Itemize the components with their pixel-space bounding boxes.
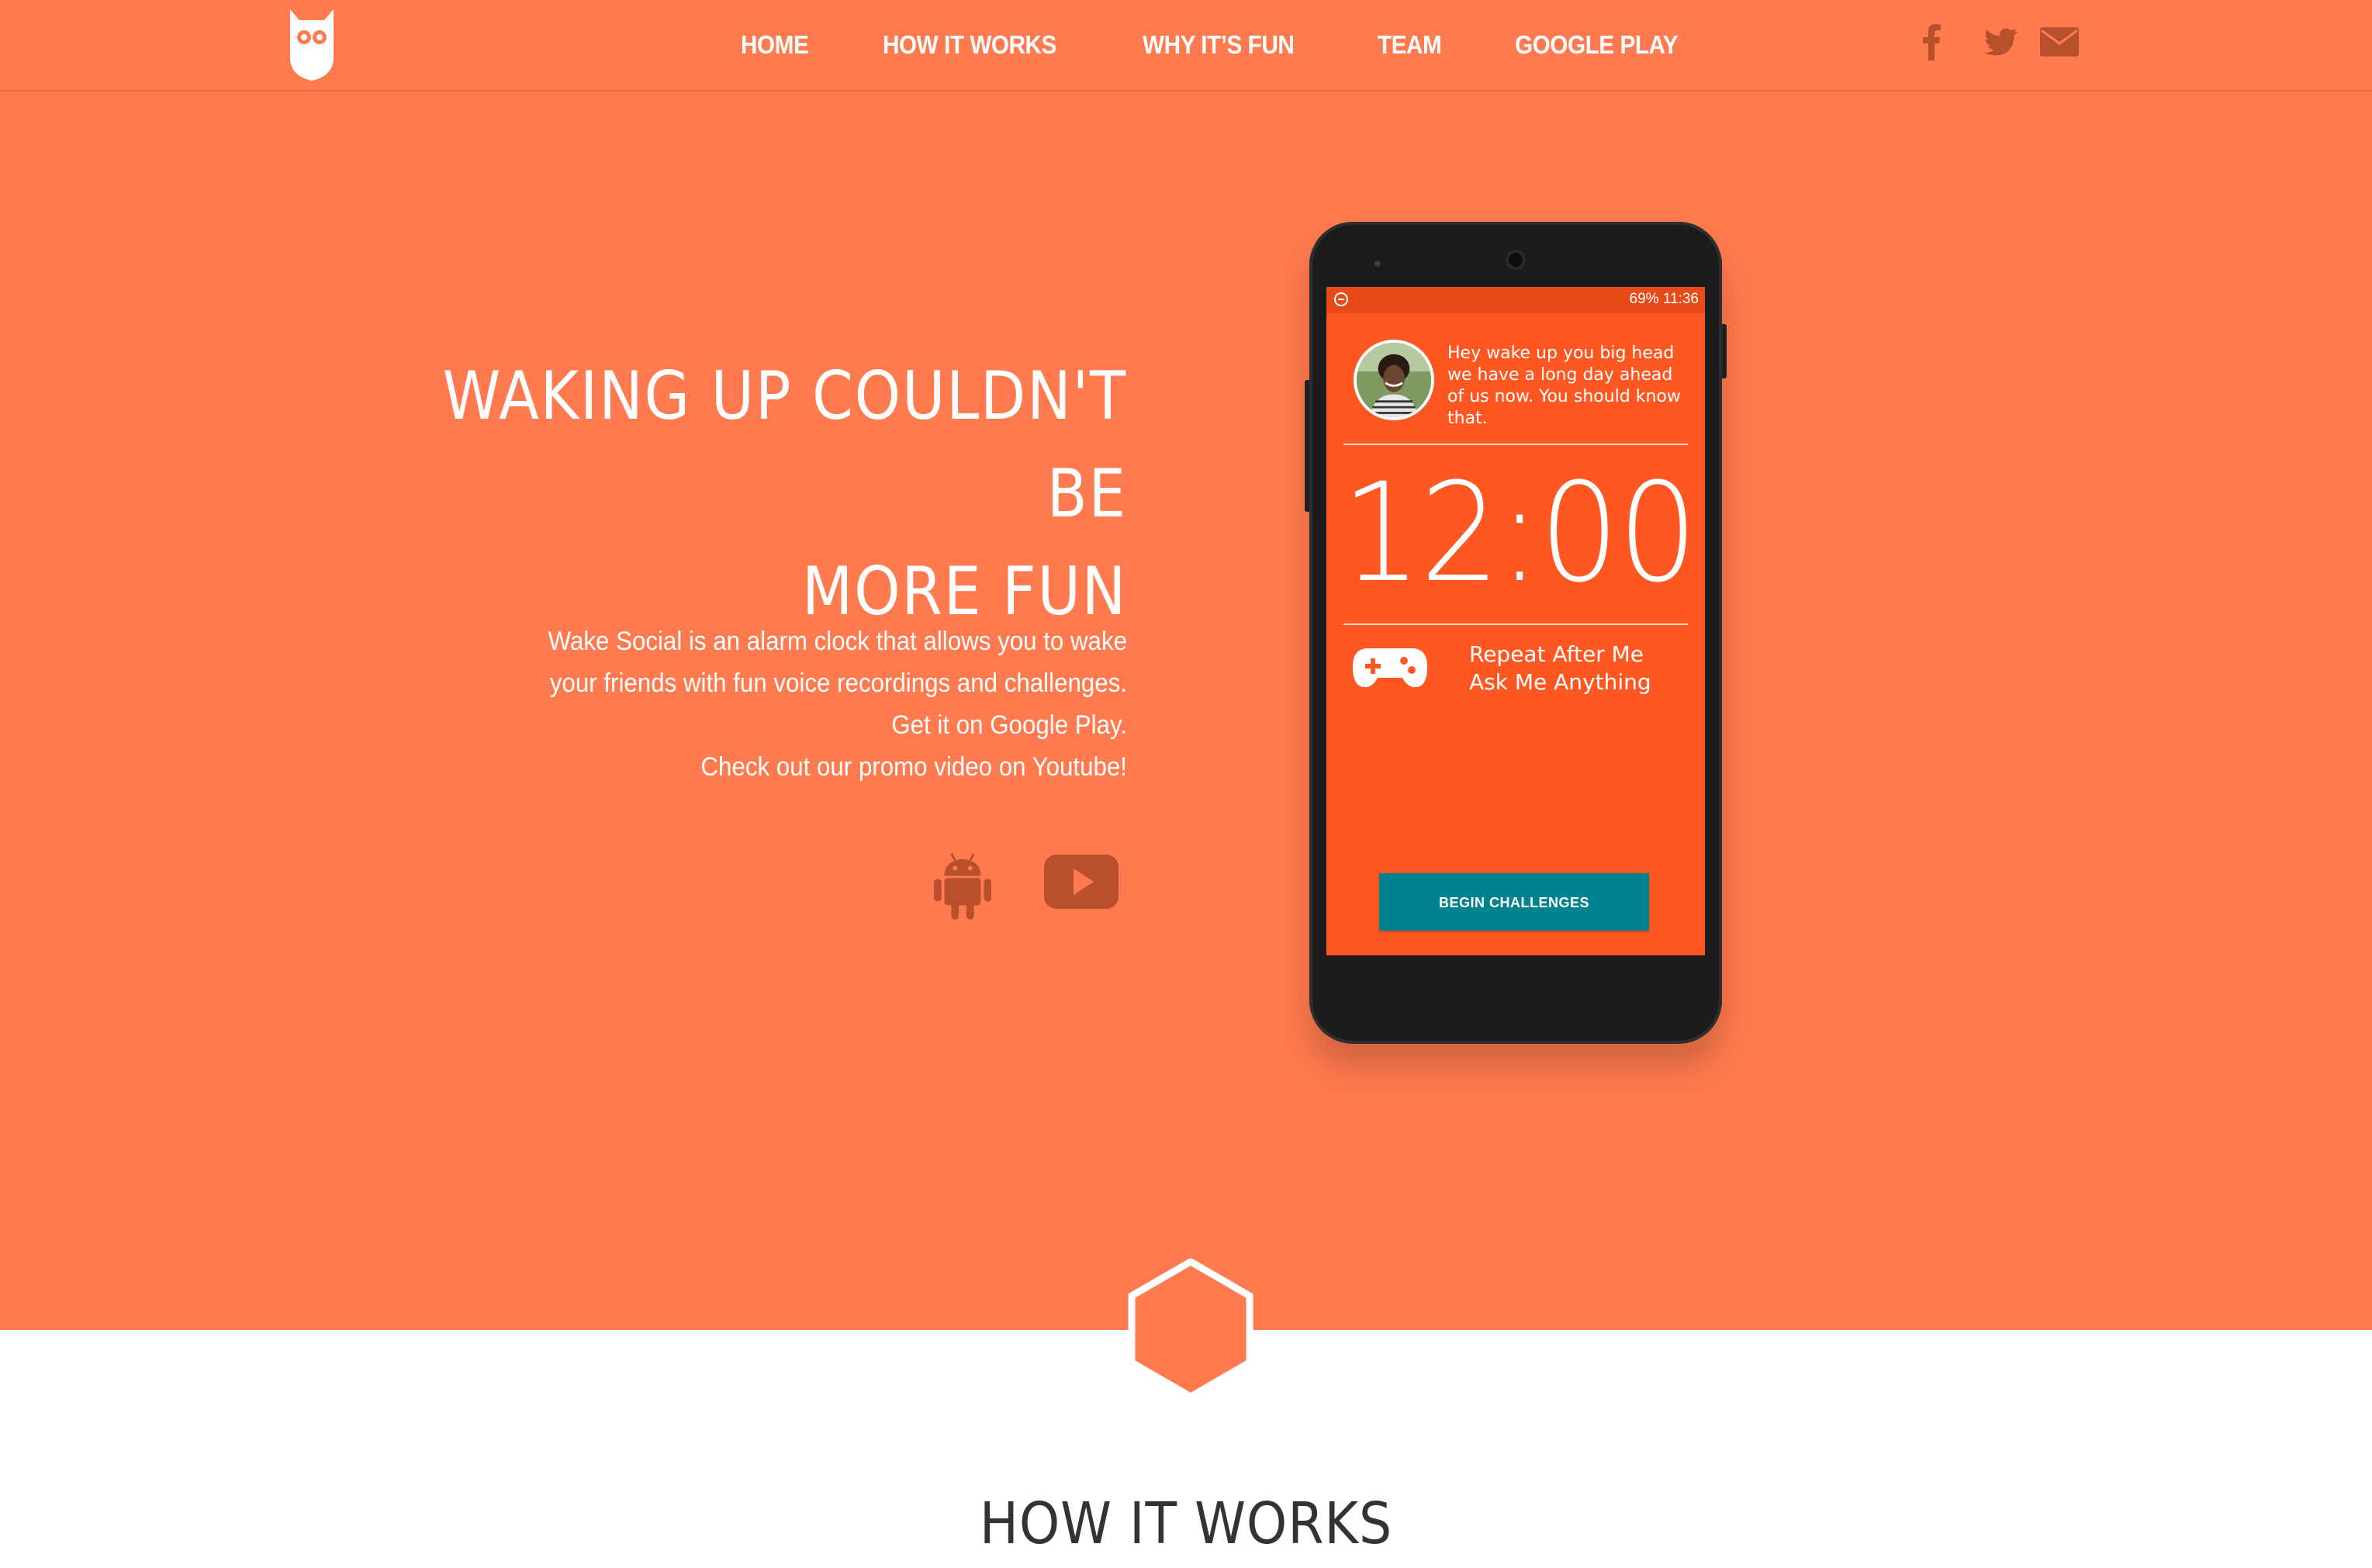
nav-how-it-works[interactable]: HOW IT WORKS (883, 30, 1056, 60)
wake-message: Hey wake up you big head we have a long … (1447, 344, 1681, 428)
divider (1343, 623, 1688, 625)
hexagon-icon (1128, 1259, 1253, 1400)
section-title: HOW IT WORKS (979, 1490, 1393, 1557)
divider (1343, 444, 1688, 445)
hero-desc-line-1: Wake Social is an alarm clock that allow… (548, 627, 1127, 656)
nav-links: HOME HOW IT WORKS WHY IT’S FUN TEAM GOOG… (741, 26, 1763, 64)
status-text: 69% 11:36 (1629, 291, 1699, 307)
phone-camera (1506, 250, 1526, 270)
facebook-link[interactable] (1922, 23, 1941, 64)
mail-icon (2040, 27, 2079, 57)
twitter-link[interactable] (1984, 23, 2018, 64)
challenge-item[interactable]: Repeat After Me (1469, 641, 1651, 668)
facebook-icon (1923, 24, 1941, 60)
phone-screen: 69% 11:36 Hey wake up you big head we ha… (1326, 287, 1705, 955)
avatar-photo (1357, 343, 1431, 417)
gamepad-icon (1353, 648, 1427, 688)
hero-desc-line-4: Check out our promo video on Youtube! (700, 752, 1127, 782)
begin-challenges-button[interactable]: BEGIN CHALLENGES (1379, 873, 1649, 931)
owl-icon[interactable] (289, 9, 335, 81)
do-not-disturb-icon (1334, 292, 1348, 306)
challenge-list: Repeat After Me Ask Me Anything (1469, 641, 1651, 696)
hero-title-line-1: WAKING UP COULDN'T BE (442, 357, 1127, 533)
twitter-icon (1984, 28, 2018, 56)
avatar[interactable] (1354, 340, 1434, 420)
hero-desc-line-2: your friends with fun voice recordings a… (549, 668, 1127, 698)
status-bar: 69% 11:36 (1326, 287, 1705, 313)
top-navigation: HOME HOW IT WORKS WHY IT’S FUN TEAM GOOG… (0, 0, 2372, 92)
nav-why-its-fun[interactable]: WHY IT’S FUN (1143, 30, 1295, 60)
nav-google-play[interactable]: GOOGLE PLAY (1515, 30, 1679, 60)
hero-desc-line-3: Get it on Google Play. (891, 710, 1127, 740)
android-icon (933, 853, 992, 920)
hero-title: WAKING UP COULDN'T BE MORE FUN (376, 347, 1127, 641)
youtube-link[interactable] (1044, 855, 1119, 913)
nav-team[interactable]: TEAM (1378, 30, 1442, 60)
nav-home[interactable]: HOME (741, 30, 809, 60)
youtube-icon (1044, 855, 1119, 909)
phone-sensor (1374, 261, 1381, 267)
google-play-link[interactable] (932, 853, 993, 924)
alarm-time: 12:00 (1341, 454, 1698, 613)
challenge-item[interactable]: Ask Me Anything (1469, 668, 1651, 696)
mail-link[interactable] (2040, 23, 2079, 64)
hero-section (0, 0, 2372, 1330)
hero-description: Wake Social is an alarm clock that allow… (485, 620, 1127, 788)
